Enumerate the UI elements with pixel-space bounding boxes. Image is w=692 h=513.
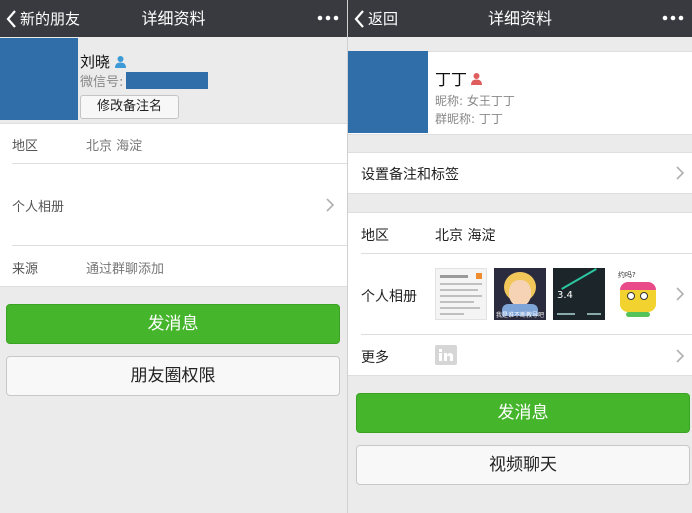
- region-label: 地区: [361, 228, 389, 244]
- region-value: 北京 海淀: [435, 228, 496, 244]
- chevron-left-icon: [354, 9, 364, 28]
- send-message-button[interactable]: 发消息: [6, 304, 340, 344]
- album-label: 个人相册: [361, 289, 417, 305]
- album-photo-4[interactable]: 约吗?: [612, 268, 664, 320]
- album-photo-2-caption: 我是谁不断教导吧: [495, 312, 544, 319]
- back-button[interactable]: 新的朋友: [6, 0, 80, 37]
- divider: [12, 245, 347, 246]
- back-label: 新的朋友: [20, 10, 81, 28]
- edit-remark-button[interactable]: 修改备注名: [80, 95, 179, 119]
- send-message-button[interactable]: 发消息: [356, 393, 690, 433]
- album-label: 个人相册: [12, 200, 65, 215]
- female-user-icon: [471, 72, 483, 85]
- chevron-left-icon: [6, 9, 16, 28]
- album-photo-3-caption: 3.4: [557, 290, 573, 301]
- more-dots-icon[interactable]: [662, 8, 684, 28]
- moments-permission-button[interactable]: 朋友圈权限: [6, 356, 340, 396]
- edit-remark-label: 修改备注名: [96, 99, 162, 114]
- contact-name-row: 丁丁: [435, 66, 483, 90]
- wechat-id-label: 微信号:: [80, 75, 124, 90]
- linkedin-icon: [435, 345, 457, 365]
- source-label: 来源: [12, 262, 39, 277]
- album-photo-2[interactable]: 我是谁不断教导吧: [494, 268, 546, 320]
- back-label: 返回: [368, 10, 399, 28]
- wechat-id-row: 微信号:: [80, 71, 209, 90]
- source-value: 通过群聊添加: [86, 262, 165, 277]
- navbar: 返回 详细资料: [348, 0, 692, 37]
- chevron-right-icon: [326, 198, 335, 212]
- contact-name: 丁丁: [435, 70, 468, 89]
- contact-name: 刘晓: [80, 53, 111, 71]
- divider: [0, 123, 347, 124]
- more-label: 更多: [361, 350, 389, 366]
- set-remark-label: 设置备注和标签: [361, 167, 459, 183]
- album-photo-4-caption: 约吗?: [618, 271, 636, 279]
- contact-name-row: 刘晓: [80, 51, 127, 72]
- chevron-right-icon: [676, 349, 685, 363]
- more-row[interactable]: [348, 335, 692, 376]
- wechat-id-redacted: [126, 72, 209, 89]
- chevron-right-icon: [676, 287, 685, 301]
- left-profile-screen: 新的朋友 详细资料 刘晓 微信号: 修改备注名 地区 北京 海淀 个人相册 来源…: [0, 0, 347, 513]
- chevron-right-icon: [676, 166, 685, 180]
- moments-permission-label: 朋友圈权限: [130, 366, 216, 386]
- send-message-label: 发消息: [147, 314, 199, 334]
- right-profile-screen: 返回 详细资料 丁丁 昵称: 女王丁丁 群昵称: 丁丁 设置备注和标签 地区 北…: [347, 0, 692, 513]
- more-dots-icon[interactable]: [317, 8, 339, 28]
- avatar[interactable]: [348, 51, 428, 133]
- album-photo-3[interactable]: 3.4: [553, 268, 605, 320]
- group-nickname: 群昵称: 丁丁: [435, 112, 503, 126]
- region-label: 地区: [12, 139, 39, 154]
- page-title: 详细资料: [487, 9, 552, 28]
- video-call-label: 视频聊天: [489, 455, 557, 475]
- send-message-label: 发消息: [497, 403, 549, 423]
- back-button[interactable]: 返回: [354, 0, 398, 37]
- navbar: 新的朋友 详细资料: [0, 0, 347, 37]
- male-user-icon: [115, 56, 127, 68]
- album-photo-1[interactable]: [435, 268, 487, 320]
- divider: [0, 286, 347, 287]
- nickname: 昵称: 女王丁丁: [435, 94, 515, 108]
- avatar[interactable]: [0, 38, 78, 120]
- video-call-button[interactable]: 视频聊天: [356, 445, 690, 485]
- region-value: 北京 海淀: [86, 139, 143, 154]
